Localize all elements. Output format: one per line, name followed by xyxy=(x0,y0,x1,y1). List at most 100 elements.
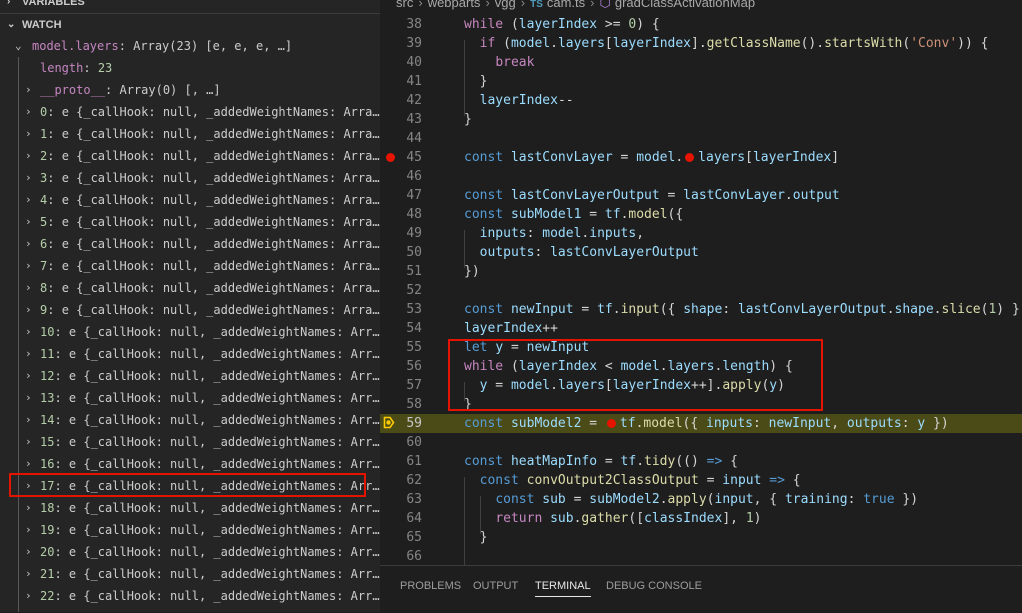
watch-section-header[interactable]: ⌄ WATCH xyxy=(0,13,380,35)
tab-debug-console[interactable]: DEBUG CONSOLE xyxy=(606,576,702,596)
code-token: newInput xyxy=(510,302,574,317)
line-number: 62 xyxy=(406,473,422,488)
watch-item-row[interactable]: › 10: e {_callHook: null, _addedWeightNam… xyxy=(0,321,380,343)
code-token: >= xyxy=(597,17,629,32)
code-token: { xyxy=(972,36,989,51)
watch-item-row[interactable]: › 20: e {_callHook: null, _addedWeightNam… xyxy=(0,541,380,563)
item-index: 11 xyxy=(40,347,55,361)
watch-proto-row[interactable]: › __proto__: Array(0) [, …] xyxy=(0,79,380,101)
watch-item-row[interactable]: › 2: e {_callHook: null, _addedWeightName… xyxy=(0,145,380,167)
code-editor[interactable]: src › webparts › vgg › TS cam.ts › ⬡ gradClassActi… xyxy=(380,0,1022,565)
breadcrumb-item[interactable]: src xyxy=(396,0,413,10)
watch-item-row[interactable]: › 0: e {_callHook: null, _addedWeightName… xyxy=(0,101,380,123)
code-line[interactable]: 47 const lastConvLayerOutput = lastConvLa… xyxy=(380,186,1022,205)
code-token: sub xyxy=(550,511,574,526)
watch-item-row[interactable]: › 1: e {_callHook: null, _addedWeightName… xyxy=(0,123,380,145)
code-line[interactable]: 40 break xyxy=(380,53,1022,72)
code-line[interactable]: 39 if (model.layers[layerIndex].getClass… xyxy=(380,34,1022,53)
watch-item-row[interactable]: › 8: e {_callHook: null, _addedWeightName… xyxy=(0,277,380,299)
chevron-right-icon: › xyxy=(25,105,32,118)
watch-root-row[interactable]: ⌄ model.layers: Array(23) [e, e, e, …] xyxy=(0,35,380,57)
code-line[interactable]: 64 return sub.gather([classIndex], 1) xyxy=(380,509,1022,528)
code-token: training xyxy=(784,492,848,507)
watch-item-row[interactable]: › 5: e {_callHook: null, _addedWeightName… xyxy=(0,211,380,233)
code-line[interactable]: 65 } xyxy=(380,528,1022,547)
breadcrumb-symbol[interactable]: gradClassActivationMap xyxy=(615,0,755,10)
code-line[interactable]: 51}) xyxy=(380,262,1022,281)
code-line[interactable]: 54 layerIndex++ xyxy=(380,319,1022,338)
code-line[interactable]: 42 layerIndex-- xyxy=(380,91,1022,110)
code-line[interactable]: 53 const newInput = tf.input({ shape: las… xyxy=(380,300,1022,319)
code-line[interactable]: 43} xyxy=(380,110,1022,129)
code-token: : xyxy=(722,302,738,317)
watch-length-row[interactable]: length: 23 xyxy=(0,57,380,79)
code-text: const lastConvLayer = model. layers[layer… xyxy=(464,148,839,167)
line-number: 51 xyxy=(406,264,422,279)
line-number: 46 xyxy=(406,169,422,184)
code-token: return xyxy=(495,511,543,526)
code-line[interactable]: 62 const convOutput2ClassOutput = input … xyxy=(380,471,1022,490)
code-line[interactable]: 50 outputs: lastConvLayerOutput xyxy=(380,243,1022,262)
breadcrumb-item[interactable]: webparts xyxy=(428,0,481,10)
variables-section-header[interactable]: › VARIABLES xyxy=(0,0,380,13)
symbol-method-icon: ⬡ xyxy=(599,0,611,10)
tab-terminal[interactable]: TERMINAL xyxy=(535,576,591,597)
code-token: ( xyxy=(503,17,519,32)
watch-item-row[interactable]: › 18: e {_callHook: null, _addedWeightNam… xyxy=(0,497,380,519)
code-line[interactable]: 46 xyxy=(380,167,1022,186)
code-line[interactable]: 52 xyxy=(380,281,1022,300)
code-token: apply xyxy=(667,492,707,507)
breadcrumb-item[interactable]: vgg xyxy=(495,0,516,10)
code-text: } xyxy=(464,72,488,91)
watch-item-row[interactable]: › 6: e {_callHook: null, _addedWeightName… xyxy=(0,233,380,255)
item-index: 21 xyxy=(40,567,55,581)
chevron-right-icon: › xyxy=(25,171,32,184)
tab-output[interactable]: OUTPUT xyxy=(473,576,518,596)
item-value: e {_callHook: null, _addedWeightNames: A… xyxy=(68,413,380,427)
code-line[interactable]: 45 const lastConvLayer = model. layers[lay… xyxy=(380,148,1022,167)
code-line[interactable]: 59 const subModel2 = tf.model({ inputs: n… xyxy=(380,414,1022,433)
watch-item-row[interactable]: › 4: e {_callHook: null, _addedWeightName… xyxy=(0,189,380,211)
inline-breakpoint-icon[interactable] xyxy=(606,418,616,428)
code-token: outputs xyxy=(479,245,535,260)
item-value: e {_callHook: null, _addedWeightNames: A… xyxy=(61,149,380,163)
code-line[interactable]: 44 xyxy=(380,129,1022,148)
breadcrumb-file[interactable]: cam.ts xyxy=(547,0,585,10)
chevron-down-icon: ⌄ xyxy=(7,19,16,30)
watch-item-row[interactable]: › 11: e {_callHook: null, _addedWeightNam… xyxy=(0,343,380,365)
indent-guide xyxy=(464,230,465,268)
watch-item-row[interactable]: › 13: e {_callHook: null, _addedWeightNam… xyxy=(0,387,380,409)
watch-item-row[interactable]: › 22: e {_callHook: null, _addedWeightNam… xyxy=(0,585,380,607)
watch-item-row[interactable]: › 9: e {_callHook: null, _addedWeightName… xyxy=(0,299,380,321)
watch-item-row[interactable]: › 12: e {_callHook: null, _addedWeightNam… xyxy=(0,365,380,387)
code-token: }) xyxy=(925,416,949,431)
code-token: . xyxy=(784,188,793,203)
line-number: 50 xyxy=(406,245,422,260)
watch-item-row[interactable]: › 14: e {_callHook: null, _addedWeightNam… xyxy=(0,409,380,431)
chevron-right-icon: › xyxy=(25,259,32,272)
code-line[interactable]: 63 const sub = subModel2.apply(input, { … xyxy=(380,490,1022,509)
code-token: const xyxy=(495,492,535,507)
code-line[interactable]: 60 xyxy=(380,433,1022,452)
watch-item-row[interactable]: › 7: e {_callHook: null, _addedWeightName… xyxy=(0,255,380,277)
watch-item-row[interactable]: › 19: e {_callHook: null, _addedWeightNam… xyxy=(0,519,380,541)
code-line[interactable]: 38 while (layerIndex >= 0) { xyxy=(380,15,1022,34)
watch-item-row[interactable]: › 16: e {_callHook: null, _addedWeightNam… xyxy=(0,453,380,475)
code-text: outputs: lastConvLayerOutput xyxy=(464,243,699,262)
item-index: 10 xyxy=(40,325,55,339)
code-line[interactable]: 61 const heatMapInfo = tf.tidy(() => { xyxy=(380,452,1022,471)
item-index: 20 xyxy=(40,545,55,559)
watch-item-row[interactable]: › 21: e {_callHook: null, _addedWeightNam… xyxy=(0,563,380,585)
code-token: model xyxy=(510,36,551,51)
code-line[interactable]: 48 const subModel1 = tf.model({ xyxy=(380,205,1022,224)
code-token: = xyxy=(612,150,637,165)
watch-item-row[interactable]: › 3: e {_callHook: null, _addedWeightName… xyxy=(0,167,380,189)
code-line[interactable]: 66 xyxy=(380,547,1022,565)
code-line[interactable]: 49 inputs: model.inputs, xyxy=(380,224,1022,243)
code-token: model xyxy=(542,226,582,241)
code-line[interactable]: 41 } xyxy=(380,72,1022,91)
watch-item-row[interactable]: › 15: e {_callHook: null, _addedWeightNam… xyxy=(0,431,380,453)
tab-problems[interactable]: PROBLEMS xyxy=(400,576,461,596)
inline-breakpoint-icon[interactable] xyxy=(685,152,695,162)
